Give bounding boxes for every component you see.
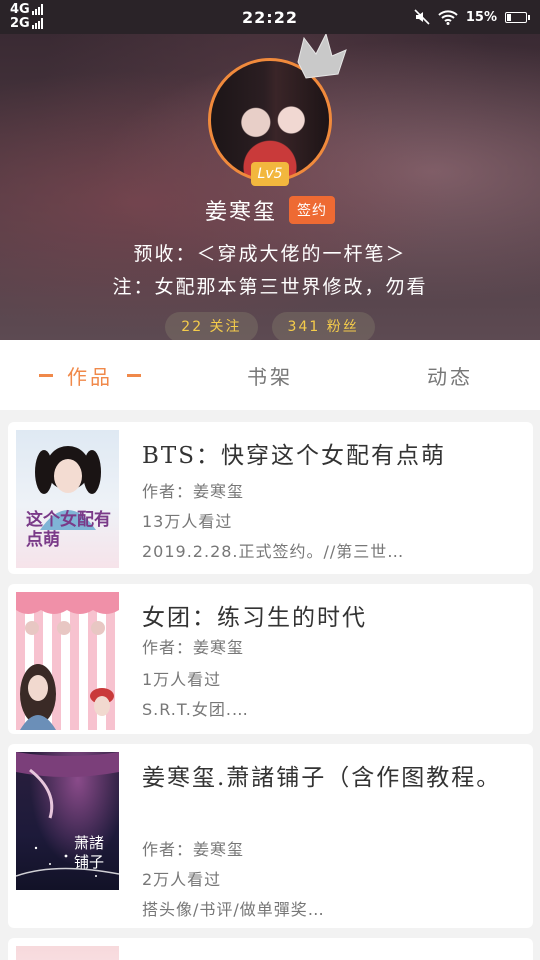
tab-indicator-left [39,373,53,377]
book-description: 2019.2.28.正式签约。//第三世… [142,542,405,561]
stats-row: 22 关注 341 粉丝 [0,312,540,340]
book-author: 作者：姜寒玺 [142,638,245,657]
battery-percent: 15% [465,9,497,25]
book-card-partial[interactable] [8,938,533,960]
profile-tabs: 作品 书架 动态 [0,340,540,410]
username: 姜寒玺 [204,200,277,225]
tab-activity-label: 动态 [427,364,473,389]
book-cover: 萧諸铺子 [16,752,119,890]
tab-works-label: 作品 [67,364,113,389]
book-card[interactable]: 女团：练习生的时代 作者：姜寒玺 1万人看过 S.R.T.女团.… [8,584,533,734]
mute-icon [414,9,430,25]
book-cover: 这个女配有点萌 [16,430,119,568]
status-bar: 4G 2G 22:22 15% [0,0,540,34]
book-title: 女团：练习生的时代 [142,605,367,631]
book-views: 13万人看过 [142,512,233,531]
tab-bookshelf-label: 书架 [247,364,293,389]
book-author: 作者：姜寒玺 [142,840,245,859]
avatar-container[interactable]: Lv5 [208,34,347,186]
tab-activity[interactable]: 动态 [360,340,540,410]
crown-icon [297,34,347,79]
tab-works[interactable]: 作品 [0,340,180,410]
signal-icon [31,4,43,15]
book-cover [16,946,119,960]
profile-header: Lv5 姜寒玺 签约 预收：＜穿成大佬的一杆笔＞ 注：女配那本第三世界修改，勿看… [0,34,540,340]
cover-title: 萧諸铺子 [74,834,105,871]
signed-badge: 签约 [289,196,335,224]
cover-title: 这个女配有点萌 [26,510,111,550]
network-indicator: 4G 2G [10,3,43,31]
bio-line-2: 注：女配那本第三世界修改，勿看 [112,276,428,298]
book-cover [16,592,119,730]
following-count-button[interactable]: 22 关注 [165,312,258,340]
wifi-icon [438,10,458,25]
book-description: 搭头像/书评/做单彈奖… [142,900,325,919]
book-views: 1万人看过 [142,670,222,689]
bio-line-1: 预收：＜穿成大佬的一杆笔＞ [133,243,407,265]
signal-icon [31,18,43,29]
level-badge: Lv5 [251,162,289,186]
book-author: 作者：姜寒玺 [142,482,245,501]
book-card[interactable]: 萧諸铺子 姜寒玺.萧諸铺子（含作图教程。 作者：姜寒玺 2万人看过 搭头像/书评… [8,744,533,928]
book-views: 2万人看过 [142,870,222,889]
cover-illustration [16,592,119,730]
network-4g-label: 4G [10,2,30,17]
book-list: 这个女配有点萌 BTS：快穿这个女配有点萌 作者：姜寒玺 13万人看过 2019… [0,410,540,960]
network-2g-label: 2G [10,16,30,31]
book-card[interactable]: 这个女配有点萌 BTS：快穿这个女配有点萌 作者：姜寒玺 13万人看过 2019… [8,422,533,574]
battery-icon [505,11,530,23]
book-title: BTS：快穿这个女配有点萌 [142,443,446,469]
book-title: 姜寒玺.萧諸铺子（含作图教程。 [142,765,502,791]
tab-bookshelf[interactable]: 书架 [180,340,360,410]
tab-indicator-right [127,373,141,377]
book-description: S.R.T.女团.… [142,700,249,719]
followers-count-button[interactable]: 341 粉丝 [271,312,375,340]
